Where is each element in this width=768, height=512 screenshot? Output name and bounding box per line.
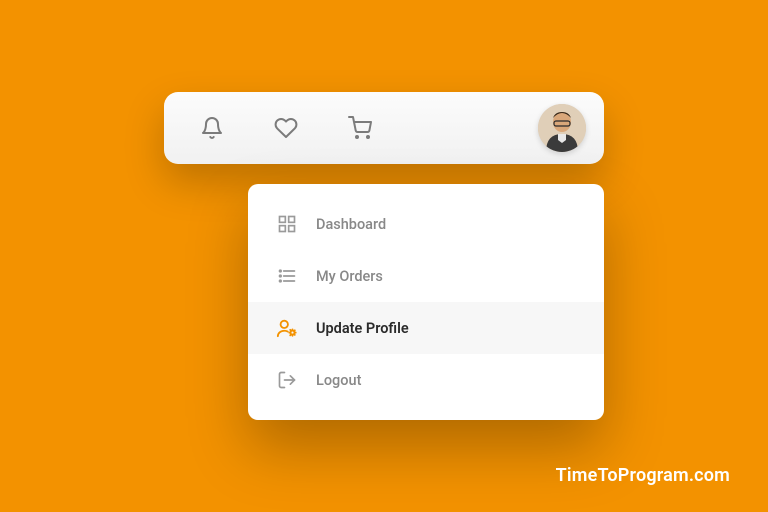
profile-dropdown: Dashboard My Orders Update Profile — [248, 184, 604, 420]
menu-item-label: Dashboard — [316, 216, 386, 233]
menu-item-label: Logout — [316, 372, 361, 389]
menu-item-label: My Orders — [316, 268, 383, 285]
grid-icon — [276, 213, 298, 235]
cart-icon[interactable] — [346, 114, 374, 142]
list-icon — [276, 265, 298, 287]
menu-item-orders[interactable]: My Orders — [248, 250, 604, 302]
heart-icon[interactable] — [272, 114, 300, 142]
toolbar — [164, 92, 604, 164]
watermark: TimeToProgram.com — [556, 465, 730, 486]
user-gear-icon — [276, 317, 298, 339]
bell-icon[interactable] — [198, 114, 226, 142]
avatar[interactable] — [538, 104, 586, 152]
logout-icon — [276, 369, 298, 391]
menu-item-dashboard[interactable]: Dashboard — [248, 198, 604, 250]
menu-item-logout[interactable]: Logout — [248, 354, 604, 406]
menu-item-update-profile[interactable]: Update Profile — [248, 302, 604, 354]
menu-item-label: Update Profile — [316, 320, 409, 337]
